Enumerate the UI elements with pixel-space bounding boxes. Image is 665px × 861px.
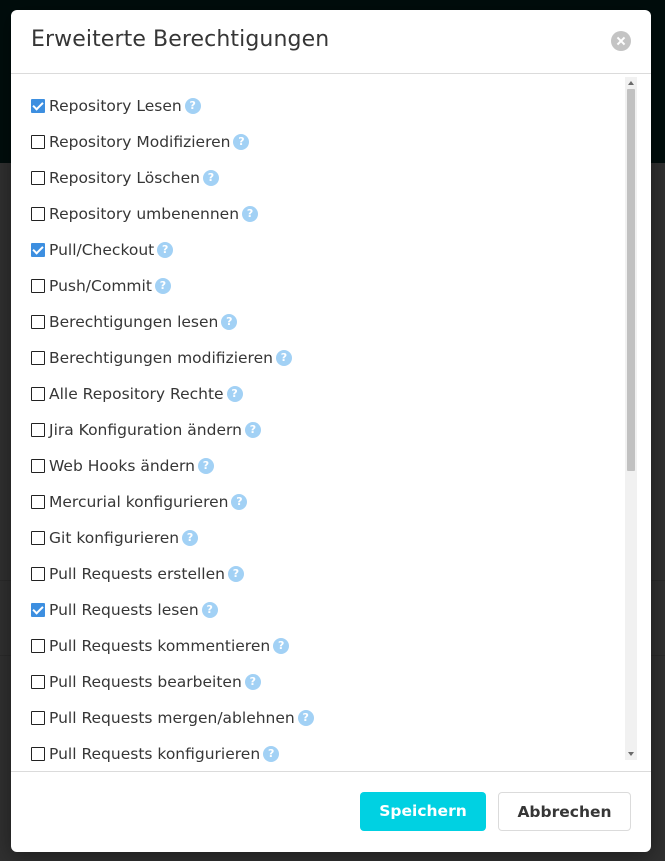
permission-label: Pull Requests mergen/ablehnen: [49, 709, 295, 727]
permission-label: Repository Lesen: [49, 97, 182, 115]
permission-checkbox[interactable]: [31, 207, 45, 221]
permission-item[interactable]: Berechtigungen modifizieren?: [31, 340, 621, 376]
permission-label: Repository Löschen: [49, 169, 200, 187]
help-icon[interactable]: ?: [244, 422, 261, 438]
permission-checkbox[interactable]: [31, 351, 45, 365]
help-icon[interactable]: ?: [154, 278, 171, 294]
permission-checkbox[interactable]: [31, 459, 45, 473]
permission-item[interactable]: Mercurial konfigurieren?: [31, 484, 621, 520]
permission-label: Pull Requests bearbeiten: [49, 673, 242, 691]
scroll-up-icon[interactable]: [628, 81, 634, 85]
help-icon[interactable]: ?: [233, 134, 250, 150]
permission-label: Jira Konfiguration ändern: [49, 421, 242, 439]
permission-label: Pull Requests lesen: [49, 601, 199, 619]
permission-checkbox[interactable]: [31, 711, 45, 725]
close-icon[interactable]: [611, 31, 631, 51]
permission-label: Pull Requests kommentieren: [49, 637, 271, 655]
permission-checkbox[interactable]: [31, 423, 45, 437]
permission-item[interactable]: Pull Requests bearbeiten?: [31, 664, 621, 700]
permission-label: Berechtigungen lesen: [49, 313, 219, 331]
help-icon[interactable]: ?: [221, 314, 238, 330]
permission-checkbox[interactable]: [31, 315, 45, 329]
cancel-button[interactable]: Abbrechen: [498, 792, 631, 831]
permission-item[interactable]: Berechtigungen lesen?: [31, 304, 621, 340]
permission-item[interactable]: Git konfigurieren?: [31, 520, 621, 556]
permission-label: Pull/Checkout: [49, 241, 155, 259]
save-button[interactable]: Speichern: [360, 792, 486, 831]
permission-label: Repository Modifizieren: [49, 133, 231, 151]
modal-body: Repository Lesen? Repository Modifizieren…: [11, 74, 651, 772]
help-icon[interactable]: ?: [244, 674, 261, 690]
permission-label: Pull Requests konfigurieren: [49, 745, 261, 763]
permission-item[interactable]: Pull Requests erstellen?: [31, 556, 621, 592]
help-icon[interactable]: ?: [263, 746, 280, 762]
permission-checkbox[interactable]: [31, 495, 45, 509]
permission-checkbox[interactable]: [31, 99, 45, 113]
permission-item[interactable]: Pull Requests mergen/ablehnen?: [31, 700, 621, 736]
help-icon[interactable]: ?: [201, 602, 218, 618]
permission-checkbox[interactable]: [31, 387, 45, 401]
help-icon[interactable]: ?: [227, 566, 244, 582]
permission-item[interactable]: Jira Konfiguration ändern?: [31, 412, 621, 448]
permission-item[interactable]: Pull Requests konfigurieren?: [31, 736, 621, 771]
permission-checkbox[interactable]: [31, 567, 45, 581]
help-icon[interactable]: ?: [231, 494, 248, 510]
permission-item[interactable]: Repository Löschen?: [31, 160, 621, 196]
permission-checkbox[interactable]: [31, 747, 45, 761]
scroll-thumb[interactable]: [627, 89, 635, 471]
modal-title: Erweiterte Berechtigungen: [31, 27, 330, 52]
permission-label: Push/Commit: [49, 277, 152, 295]
permission-checkbox[interactable]: [31, 135, 45, 149]
permission-item[interactable]: Pull Requests lesen?: [31, 592, 621, 628]
permission-label: Git konfigurieren: [49, 529, 180, 547]
permission-checkbox[interactable]: [31, 675, 45, 689]
permissions-modal: Erweiterte Berechtigungen Repository Les…: [11, 10, 651, 852]
permission-checkbox[interactable]: [31, 639, 45, 653]
permission-label: Mercurial konfigurieren: [49, 493, 229, 511]
permission-label: Pull Requests erstellen: [49, 565, 225, 583]
permission-label: Alle Repository Rechte: [49, 385, 224, 403]
permission-item[interactable]: Pull Requests kommentieren?: [31, 628, 621, 664]
permission-item[interactable]: Push/Commit?: [31, 268, 621, 304]
permission-label: Berechtigungen modifizieren: [49, 349, 273, 367]
help-icon[interactable]: ?: [182, 530, 199, 546]
permission-item[interactable]: Alle Repository Rechte?: [31, 376, 621, 412]
permission-list: Repository Lesen? Repository Modifizieren…: [31, 88, 621, 771]
help-icon[interactable]: ?: [297, 710, 314, 726]
help-icon[interactable]: ?: [184, 98, 201, 114]
help-icon[interactable]: ?: [226, 386, 243, 402]
permission-item[interactable]: Repository umbenennen?: [31, 196, 621, 232]
permission-label: Repository umbenennen: [49, 205, 240, 223]
modal-scrollbar[interactable]: [625, 77, 637, 760]
help-icon[interactable]: ?: [275, 350, 292, 366]
scroll-down-icon[interactable]: [628, 752, 634, 756]
help-icon[interactable]: ?: [157, 242, 174, 258]
help-icon[interactable]: ?: [273, 638, 290, 654]
permission-checkbox[interactable]: [31, 531, 45, 545]
help-icon[interactable]: ?: [202, 170, 219, 186]
permission-checkbox[interactable]: [31, 171, 45, 185]
permission-item[interactable]: Web Hooks ändern?: [31, 448, 621, 484]
permission-label: Web Hooks ändern: [49, 457, 195, 475]
permission-checkbox[interactable]: [31, 279, 45, 293]
permission-item[interactable]: Pull/Checkout?: [31, 232, 621, 268]
permission-checkbox[interactable]: [31, 243, 45, 257]
permission-item[interactable]: Repository Lesen?: [31, 88, 621, 124]
help-icon[interactable]: ?: [197, 458, 214, 474]
modal-header: Erweiterte Berechtigungen: [11, 10, 651, 74]
permission-checkbox[interactable]: [31, 603, 45, 617]
help-icon[interactable]: ?: [242, 206, 259, 222]
permission-item[interactable]: Repository Modifizieren?: [31, 124, 621, 160]
